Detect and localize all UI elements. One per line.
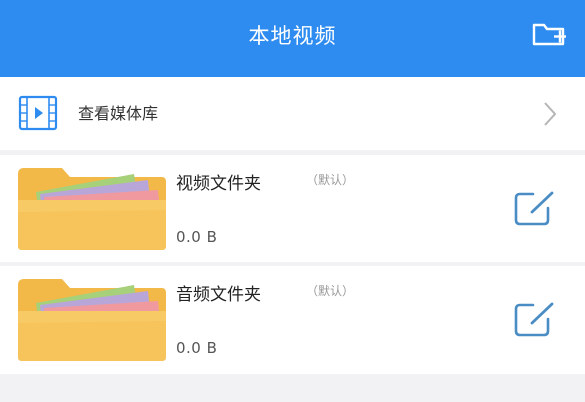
new-folder-button[interactable]: [524, 14, 574, 54]
edit-icon: [514, 302, 554, 337]
edit-icon: [514, 191, 554, 226]
media-library-row[interactable]: 查看媒体库: [0, 77, 585, 150]
title-bar: 本地视频: [0, 0, 585, 77]
media-library-label: 查看媒体库: [78, 104, 159, 123]
folder-icon: [18, 168, 166, 250]
folder-name: 音频文件夹: [176, 285, 261, 305]
folder-name: 视频文件夹: [176, 174, 261, 194]
folder-row-video[interactable]: 视频文件夹 （默认） 0.0 B: [0, 155, 585, 262]
video-file-icon: [18, 95, 58, 131]
default-tag: （默认）: [306, 173, 355, 187]
default-tag: （默认）: [306, 284, 355, 298]
folder-row-audio[interactable]: 音频文件夹 （默认） 0.0 B: [0, 266, 585, 374]
chevron-right-icon: [544, 102, 557, 126]
edit-button[interactable]: [511, 301, 559, 339]
folder-icon: [18, 279, 166, 361]
folder-size: 0.0 B: [176, 228, 218, 246]
folder-size: 0.0 B: [176, 339, 218, 357]
edit-button[interactable]: [511, 190, 559, 228]
page-title: 本地视频: [248, 24, 337, 48]
folder-plus-icon: [532, 23, 566, 46]
